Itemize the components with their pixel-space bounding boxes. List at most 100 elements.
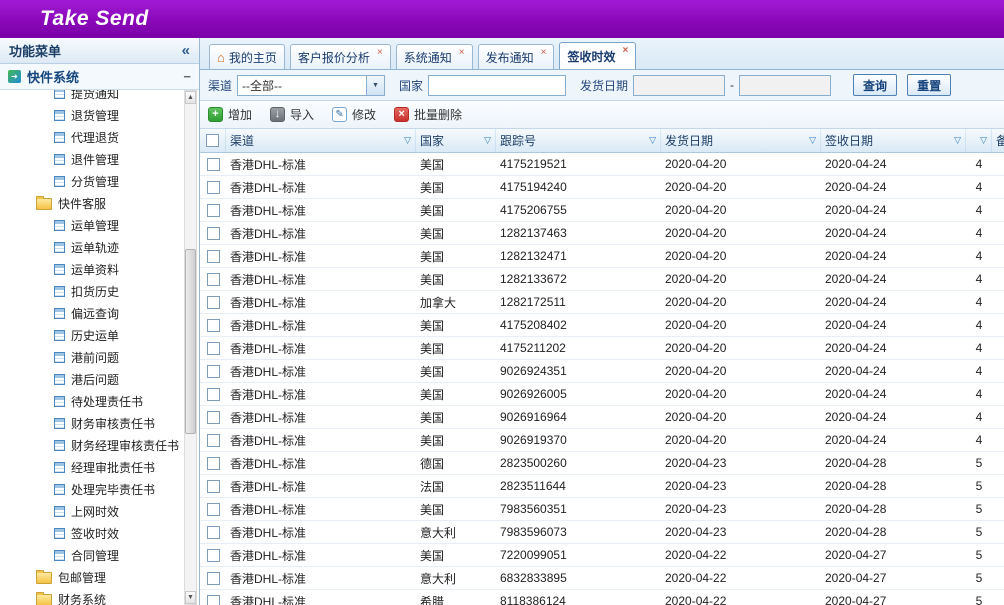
select-all-checkbox[interactable]	[206, 134, 219, 147]
tree-item[interactable]: 提货通知	[0, 90, 183, 104]
row-checkbox[interactable]	[207, 319, 220, 332]
table-row[interactable]: 香港DHL-标准意大利79835960732020-04-232020-04-2…	[200, 521, 1004, 544]
table-row[interactable]: 香港DHL-标准美国12821336722020-04-202020-04-24…	[200, 268, 1004, 291]
table-row[interactable]: 香港DHL-标准美国41751942402020-04-202020-04-24…	[200, 176, 1004, 199]
row-checkbox[interactable]	[207, 158, 220, 171]
edit-button[interactable]: ✎ 修改	[332, 106, 376, 123]
sidebar-section-express-system[interactable]: ➔ 快件系统 −	[0, 64, 199, 90]
row-checkbox[interactable]	[207, 296, 220, 309]
tab-close-icon[interactable]: ×	[622, 46, 628, 56]
tab-close-icon[interactable]: ×	[459, 48, 465, 58]
sidebar-collapse-icon[interactable]: «	[182, 43, 190, 58]
sidebar-scrollbar[interactable]: ▲ ▼	[184, 90, 197, 605]
table-row[interactable]: 香港DHL-标准美国41752084022020-04-202020-04-24…	[200, 314, 1004, 337]
filter-icon[interactable]: ▽	[484, 136, 491, 145]
date-from-input[interactable]	[633, 75, 725, 96]
tree-item[interactable]: 运单资料	[0, 258, 183, 280]
row-checkbox[interactable]	[207, 457, 220, 470]
table-row[interactable]: 香港DHL-标准美国12821324712020-04-202020-04-24…	[200, 245, 1004, 268]
tree-item[interactable]: 代理退货	[0, 126, 183, 148]
tab-my-home[interactable]: ⌂我的主页	[209, 44, 285, 69]
row-checkbox[interactable]	[207, 503, 220, 516]
scrollbar-thumb[interactable]	[185, 249, 196, 434]
tree-item[interactable]: 待处理责任书	[0, 390, 183, 412]
tree-item[interactable]: 运单轨迹	[0, 236, 183, 258]
row-checkbox[interactable]	[207, 273, 220, 286]
tree-item[interactable]: 上网时效	[0, 500, 183, 522]
row-checkbox[interactable]	[207, 526, 220, 539]
row-checkbox[interactable]	[207, 250, 220, 263]
add-button[interactable]: + 增加	[208, 106, 252, 123]
filter-icon[interactable]: ▽	[809, 136, 816, 145]
table-row[interactable]: 香港DHL-标准加拿大12821725112020-04-202020-04-2…	[200, 291, 1004, 314]
column-header-country[interactable]: 国家▽	[416, 129, 496, 152]
tab-publish-notice[interactable]: 发布通知×	[478, 44, 555, 69]
row-checkbox[interactable]	[207, 572, 220, 585]
table-row[interactable]: 香港DHL-标准美国12821374632020-04-202020-04-24…	[200, 222, 1004, 245]
table-row[interactable]: 香港DHL-标准美国90269260052020-04-202020-04-24…	[200, 383, 1004, 406]
column-header-note[interactable]: 备▽	[992, 129, 1004, 152]
column-header-tracking[interactable]: 跟踪号▽	[496, 129, 661, 152]
country-input[interactable]	[428, 75, 566, 96]
tree-item[interactable]: 包邮管理	[0, 566, 183, 588]
tree-item[interactable]: 退货管理	[0, 104, 183, 126]
table-row[interactable]: 香港DHL-标准法国28235116442020-04-232020-04-28…	[200, 475, 1004, 498]
scroll-down-button[interactable]: ▼	[185, 591, 196, 604]
table-row[interactable]: 香港DHL-标准美国41752112022020-04-202020-04-24…	[200, 337, 1004, 360]
row-checkbox[interactable]	[207, 388, 220, 401]
section-collapse-icon[interactable]: −	[183, 70, 191, 83]
table-row[interactable]: 香港DHL-标准美国79835603512020-04-232020-04-28…	[200, 498, 1004, 521]
batch-delete-button[interactable]: × 批量删除	[394, 106, 462, 123]
row-checkbox[interactable]	[207, 365, 220, 378]
tree-item[interactable]: 运单管理	[0, 214, 183, 236]
tab-sign-time[interactable]: 签收时效×	[559, 42, 636, 69]
column-header-ship_date[interactable]: 发货日期▽	[661, 129, 821, 152]
column-header-channel[interactable]: 渠道▽	[226, 129, 416, 152]
table-row[interactable]: 香港DHL-标准美国41752067552020-04-202020-04-24…	[200, 199, 1004, 222]
row-checkbox[interactable]	[207, 595, 220, 605]
table-row[interactable]: 香港DHL-标准美国90269193702020-04-202020-04-24…	[200, 429, 1004, 452]
row-checkbox[interactable]	[207, 434, 220, 447]
tree-item[interactable]: 扣货历史	[0, 280, 183, 302]
filter-icon[interactable]: ▽	[404, 136, 411, 145]
row-checkbox[interactable]	[207, 549, 220, 562]
search-button[interactable]: 查询	[853, 74, 897, 96]
column-header-select[interactable]	[200, 129, 226, 152]
tree-item[interactable]: 财务系统	[0, 588, 183, 605]
tree-item[interactable]: 财务经理审核责任书	[0, 434, 183, 456]
table-row[interactable]: 香港DHL-标准希腊81183861242020-04-222020-04-27…	[200, 590, 1004, 605]
tree-item[interactable]: 分货管理	[0, 170, 183, 192]
tab-customer-quote-analysis[interactable]: 客户报价分析×	[290, 44, 391, 69]
row-checkbox[interactable]	[207, 480, 220, 493]
column-header-sign_date[interactable]: 签收日期▽	[821, 129, 966, 152]
filter-icon[interactable]: ▽	[954, 136, 961, 145]
tree-item[interactable]: 合同管理	[0, 544, 183, 566]
table-row[interactable]: 香港DHL-标准德国28235002602020-04-232020-04-28…	[200, 452, 1004, 475]
column-header-days[interactable]: ▽	[966, 129, 992, 152]
table-row[interactable]: 香港DHL-标准美国41752195212020-04-202020-04-24…	[200, 153, 1004, 176]
channel-select[interactable]: --全部-- ▼	[237, 75, 385, 96]
filter-icon[interactable]: ▽	[980, 136, 987, 145]
row-checkbox[interactable]	[207, 204, 220, 217]
tab-close-icon[interactable]: ×	[377, 48, 383, 58]
tab-system-notice[interactable]: 系统通知×	[396, 44, 473, 69]
row-checkbox[interactable]	[207, 181, 220, 194]
filter-icon[interactable]: ▽	[649, 136, 656, 145]
table-row[interactable]: 香港DHL-标准意大利68328338952020-04-222020-04-2…	[200, 567, 1004, 590]
tree-item[interactable]: 财务审核责任书	[0, 412, 183, 434]
row-checkbox[interactable]	[207, 342, 220, 355]
scrollbar-track[interactable]	[185, 104, 196, 591]
row-checkbox[interactable]	[207, 227, 220, 240]
date-to-input[interactable]	[739, 75, 831, 96]
row-checkbox[interactable]	[207, 411, 220, 424]
tree-item[interactable]: 签收时效	[0, 522, 183, 544]
reset-button[interactable]: 重置	[907, 74, 951, 96]
tree-item[interactable]: 港后问题	[0, 368, 183, 390]
tree-item[interactable]: 历史运单	[0, 324, 183, 346]
import-button[interactable]: ↓ 导入	[270, 106, 314, 123]
table-row[interactable]: 香港DHL-标准美国90269243512020-04-202020-04-24…	[200, 360, 1004, 383]
tree-item[interactable]: 港前问题	[0, 346, 183, 368]
tree-item[interactable]: 偏远查询	[0, 302, 183, 324]
tab-close-icon[interactable]: ×	[541, 48, 547, 58]
tree-item[interactable]: 经理审批责任书	[0, 456, 183, 478]
